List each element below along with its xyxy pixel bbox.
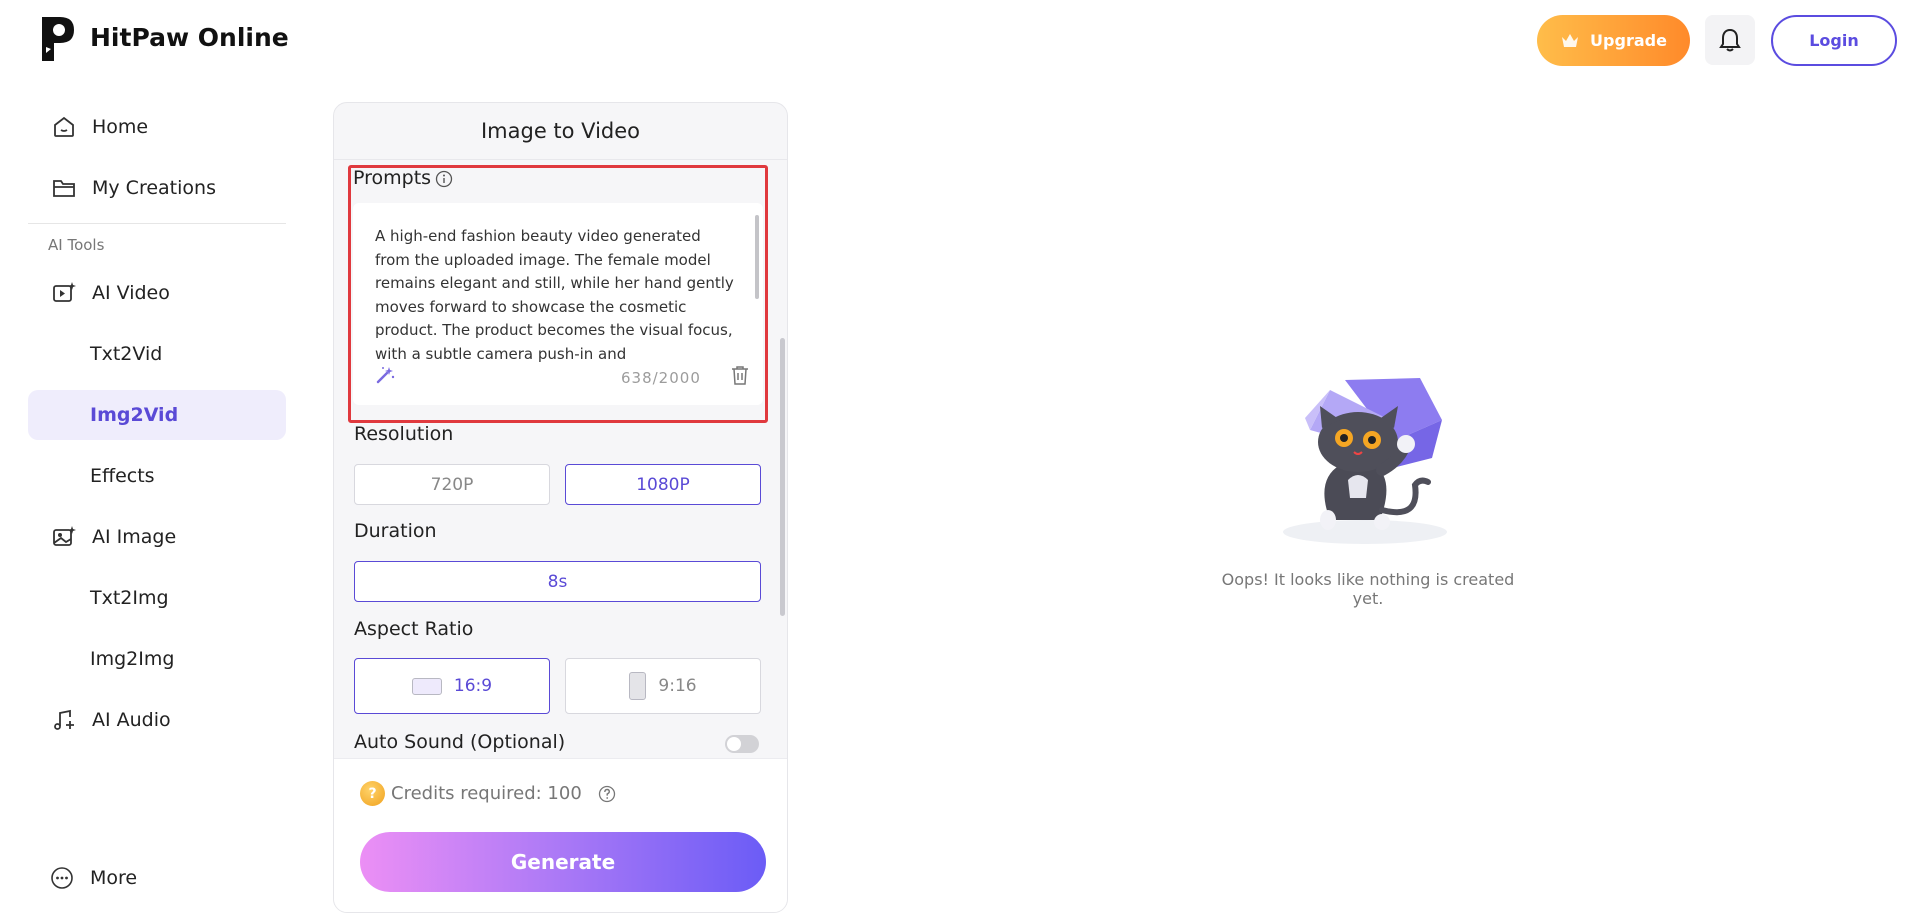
auto-sound-label: Auto Sound (Optional) xyxy=(354,731,566,753)
section-label-ai-tools: AI Tools xyxy=(48,236,105,254)
panel-footer: ? Credits required: 100 Generate xyxy=(334,758,787,912)
prompt-text[interactable]: A high-end fashion beauty video generate… xyxy=(375,225,737,365)
upgrade-label: Upgrade xyxy=(1590,31,1667,50)
sidebar-item-label: AI Image xyxy=(92,526,177,548)
coin-icon: ? xyxy=(360,781,385,806)
sidebar: Home My Creations AI Tools AI Video Txt2… xyxy=(0,78,300,919)
aspect-16-9-option[interactable]: 16:9 xyxy=(354,658,550,714)
sidebar-item-label: Effects xyxy=(90,465,155,487)
generate-button[interactable]: Generate xyxy=(360,832,766,892)
crown-icon xyxy=(1562,33,1579,47)
sidebar-item-label: Home xyxy=(92,116,149,138)
help-icon[interactable] xyxy=(598,785,616,803)
sidebar-item-label: My Creations xyxy=(92,177,216,199)
info-icon[interactable] xyxy=(435,170,453,188)
sidebar-item-more[interactable]: More xyxy=(28,853,286,903)
resolution-720p-option[interactable]: 720P xyxy=(354,464,550,505)
credits-row: ? Credits required: 100 xyxy=(360,781,616,806)
sidebar-item-txt2vid[interactable]: Txt2Vid xyxy=(28,329,286,379)
empty-state-message: Oops! It looks like nothing is created y… xyxy=(1221,570,1515,608)
sidebar-item-my-creations[interactable]: My Creations xyxy=(28,163,286,213)
notification-button[interactable] xyxy=(1705,15,1755,65)
prompts-section: Prompts A high-end fashion beauty video … xyxy=(348,165,768,423)
image-to-video-panel: Image to Video Prompts A high-end fashio… xyxy=(333,102,788,913)
sidebar-item-label: More xyxy=(90,867,138,889)
panel-divider xyxy=(334,159,787,160)
credits-text: Credits required: 100 xyxy=(391,783,582,804)
sidebar-item-label: AI Audio xyxy=(92,709,171,731)
sidebar-item-ai-video[interactable]: AI Video xyxy=(28,268,286,318)
resolution-1080p-option[interactable]: 1080P xyxy=(565,464,761,505)
sidebar-item-label: Img2Img xyxy=(90,648,175,670)
panel-title: Image to Video xyxy=(480,119,641,143)
sidebar-divider xyxy=(28,223,286,224)
prompt-textarea[interactable]: A high-end fashion beauty video generate… xyxy=(353,203,763,405)
sidebar-item-ai-image[interactable]: AI Image xyxy=(28,512,286,562)
aspect-9-16-option[interactable]: 9:16 xyxy=(565,658,761,714)
sidebar-item-img2img[interactable]: Img2Img xyxy=(28,634,286,684)
home-icon xyxy=(50,113,78,141)
trash-icon[interactable] xyxy=(731,365,749,385)
top-header: HitPaw Online Upgrade Login xyxy=(0,0,1920,78)
aspect-ratio-label: Aspect Ratio xyxy=(354,618,474,640)
cat-with-box-illustration xyxy=(1283,378,1447,544)
resolution-label: Resolution xyxy=(354,423,454,445)
portrait-ratio-icon xyxy=(629,672,647,700)
sidebar-item-img2vid[interactable]: Img2Vid xyxy=(28,390,286,440)
aspect-9-16-label: 9:16 xyxy=(658,676,697,696)
folder-icon xyxy=(50,174,78,202)
duration-label: Duration xyxy=(354,520,437,542)
sidebar-item-label: AI Video xyxy=(92,282,170,304)
panel-scrollbar[interactable] xyxy=(780,338,785,616)
aspect-16-9-label: 16:9 xyxy=(453,676,493,696)
character-counter: 638/2000 xyxy=(621,369,701,387)
sidebar-item-ai-audio[interactable]: AI Audio xyxy=(28,695,286,745)
prompts-label: Prompts xyxy=(353,167,432,189)
empty-state xyxy=(1210,370,1530,600)
hitpaw-logo[interactable] xyxy=(38,13,78,65)
upgrade-button[interactable]: Upgrade xyxy=(1537,15,1690,66)
sidebar-item-label: Txt2Img xyxy=(90,587,169,609)
more-dots-icon xyxy=(48,864,76,892)
brand-name[interactable]: HitPaw Online xyxy=(90,23,289,52)
sidebar-item-label: Txt2Vid xyxy=(90,343,163,365)
magic-wand-icon[interactable] xyxy=(375,365,395,385)
login-button[interactable]: Login xyxy=(1771,15,1897,66)
bell-icon xyxy=(1719,28,1741,52)
prompt-scrollbar[interactable] xyxy=(755,215,759,299)
video-sparkle-icon xyxy=(50,279,78,307)
duration-8s-option[interactable]: 8s xyxy=(354,561,761,602)
music-note-icon xyxy=(50,706,78,734)
sidebar-item-effects[interactable]: Effects xyxy=(28,451,286,501)
auto-sound-toggle[interactable] xyxy=(725,735,759,753)
landscape-ratio-icon xyxy=(411,677,442,695)
sidebar-item-label: Img2Vid xyxy=(90,404,179,426)
image-sparkle-icon xyxy=(50,523,78,551)
sidebar-item-txt2img[interactable]: Txt2Img xyxy=(28,573,286,623)
sidebar-item-home[interactable]: Home xyxy=(28,102,286,152)
